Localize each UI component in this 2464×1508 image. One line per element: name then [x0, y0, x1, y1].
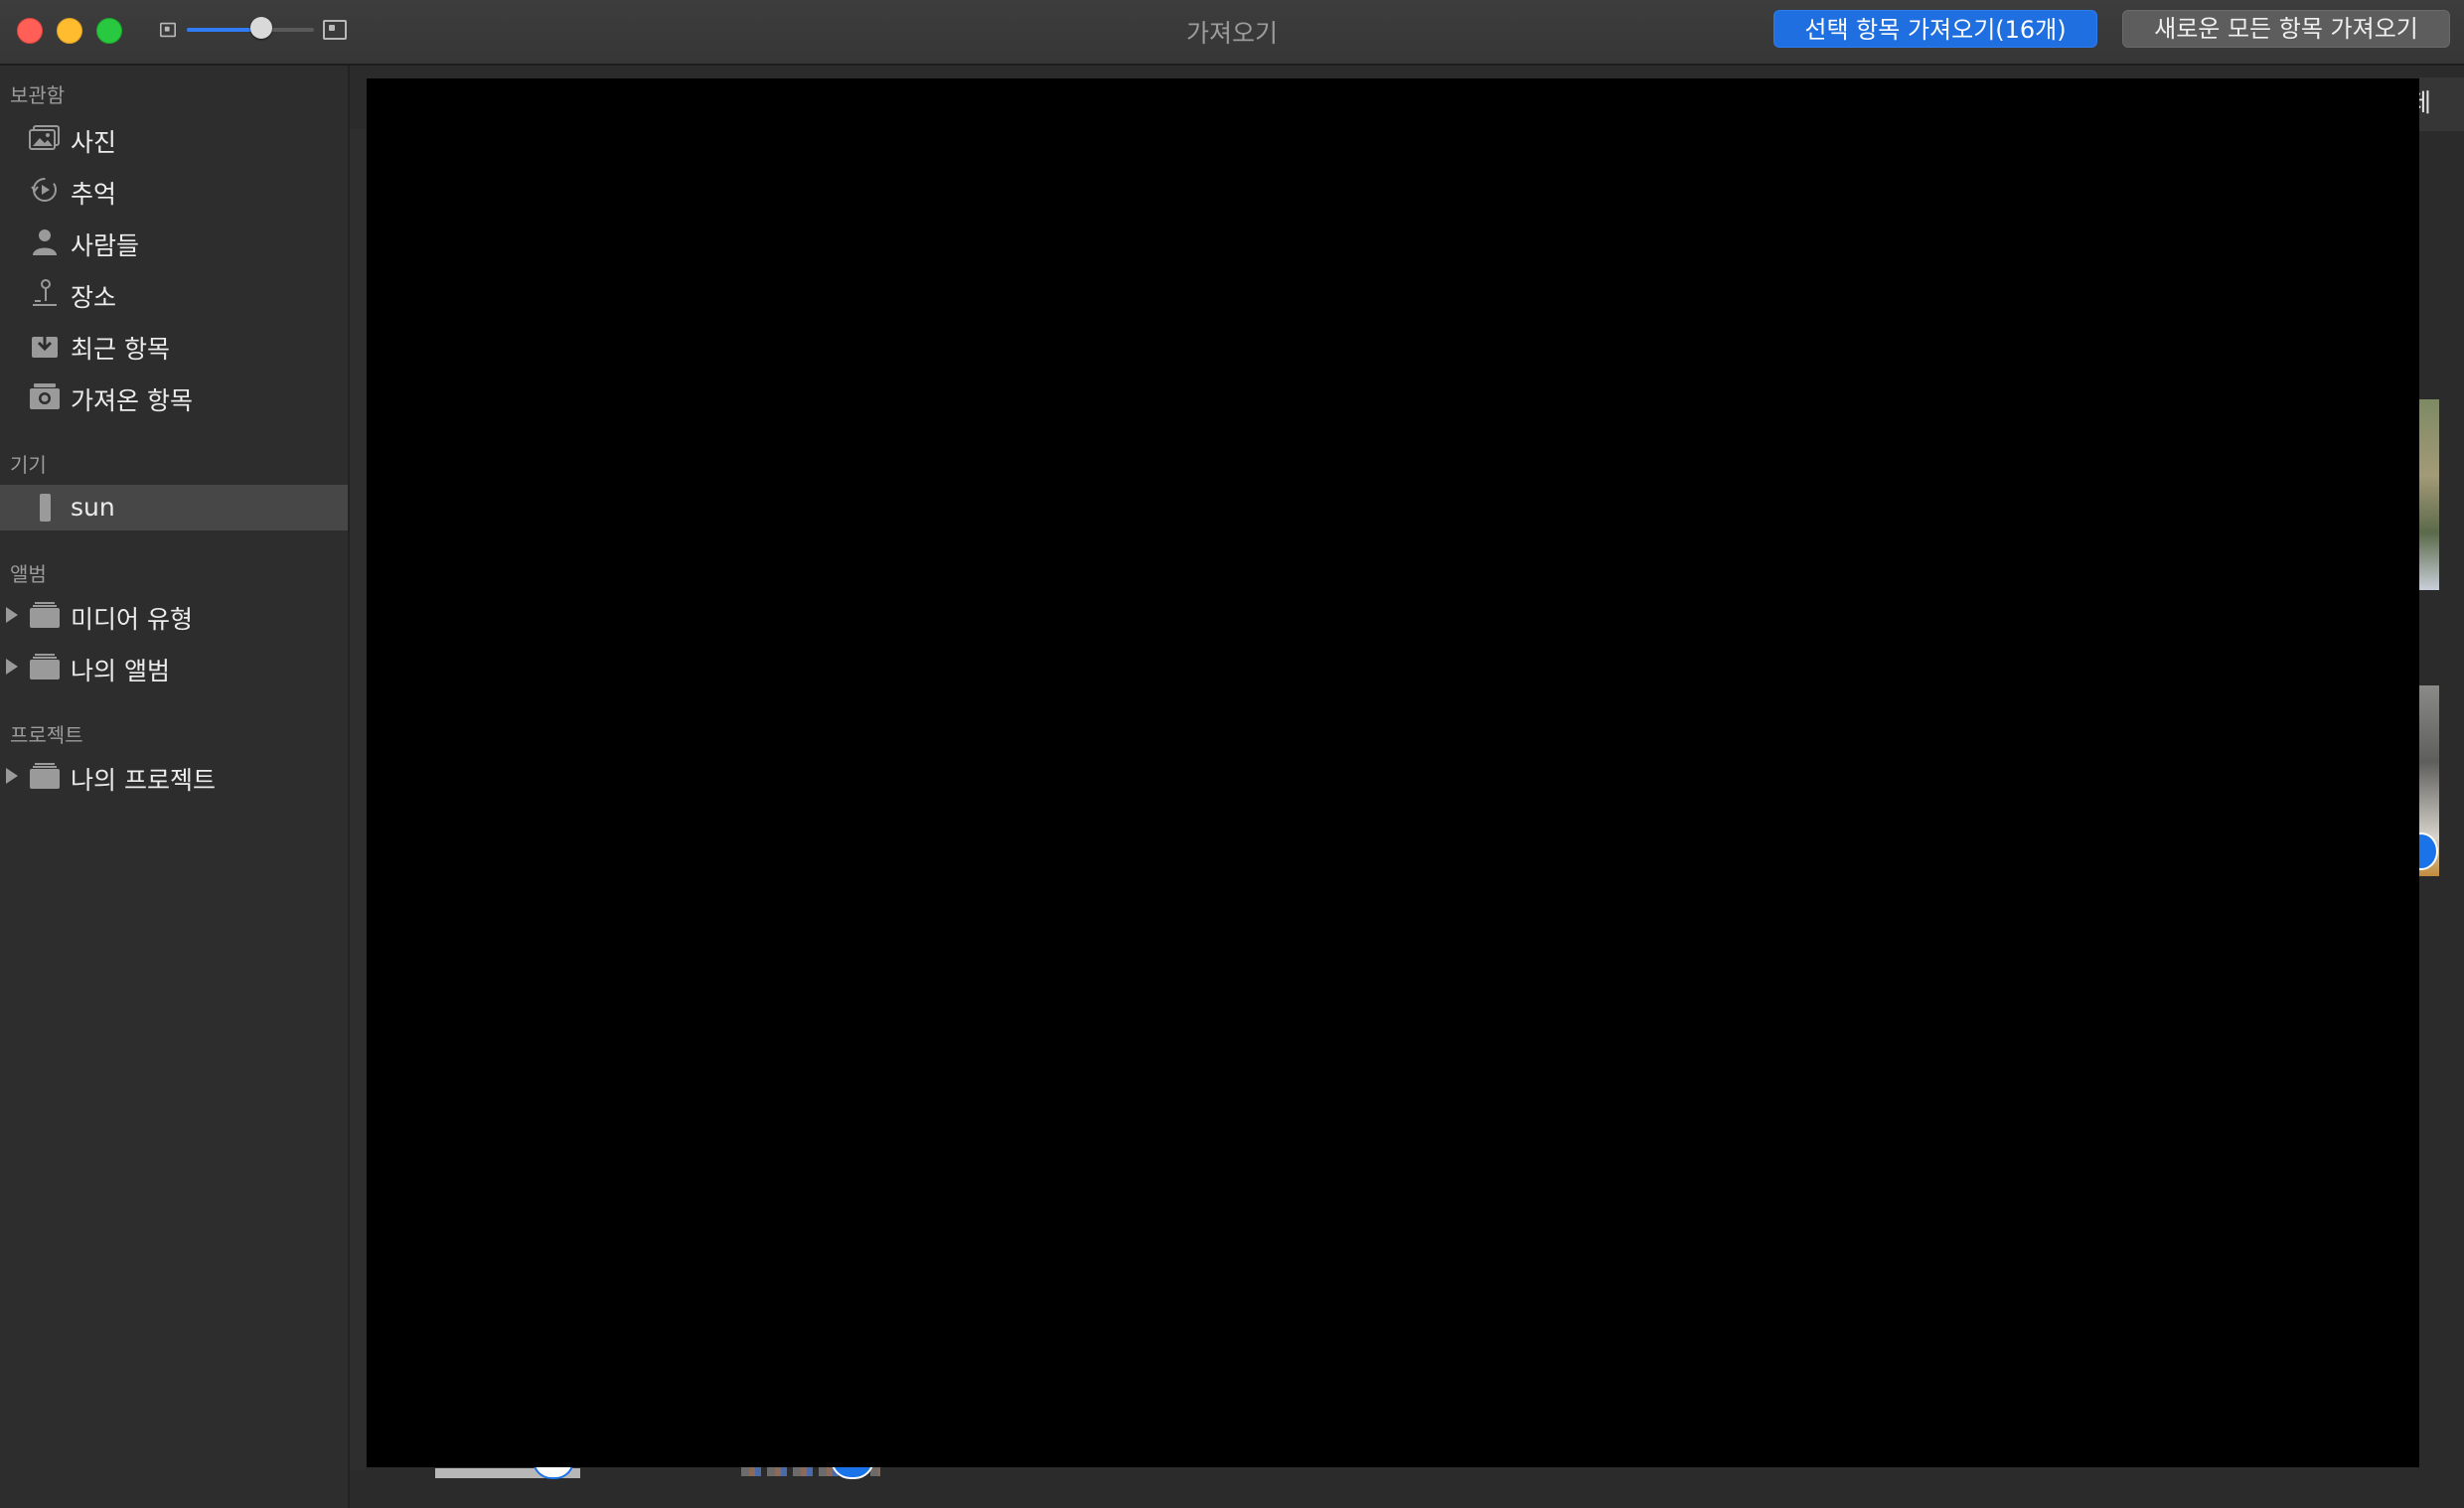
sidebar-item-device-sun[interactable]: sun — [0, 485, 348, 530]
section-header-library: 보관함 — [10, 83, 66, 107]
sidebar-item-label: 사진 — [71, 128, 117, 157]
sidebar-item-photos[interactable]: 사진 — [0, 115, 348, 161]
sidebar-item-label: 나의 프로젝트 — [71, 766, 216, 795]
places-icon — [29, 279, 61, 307]
sidebar-item-label: 최근 항목 — [71, 335, 170, 364]
section-header-albums: 앨범 — [10, 562, 47, 586]
import-selected-button[interactable]: 선택 항목 가져오기(16개) — [1773, 10, 2097, 48]
photos-icon — [29, 124, 61, 152]
imports-icon — [29, 382, 61, 410]
sidebar-item-recents[interactable]: 최근 항목 — [0, 322, 348, 368]
section-header-devices: 기기 — [10, 453, 47, 477]
folder-icon — [29, 653, 61, 680]
sidebar-item-label: 추억 — [71, 180, 117, 209]
sidebar-item-my-projects[interactable]: 나의 프로젝트 — [0, 753, 348, 799]
sidebar: 보관함 사진 추억 사람들 장소 최근 항목 가져온 항목 기기 sun 앨범 … — [0, 66, 350, 1508]
folder-icon — [29, 762, 61, 790]
photo-thumbnail[interactable] — [2419, 399, 2439, 590]
sidebar-item-label: sun — [71, 493, 115, 522]
memories-icon — [29, 176, 61, 204]
sidebar-item-places[interactable]: 장소 — [0, 270, 348, 316]
recents-icon — [29, 331, 61, 359]
sidebar-item-label: 나의 앨범 — [71, 657, 170, 685]
sidebar-item-my-albums[interactable]: 나의 앨범 — [0, 644, 348, 689]
folder-icon — [29, 601, 61, 629]
sidebar-item-memories[interactable]: 추억 — [0, 167, 348, 213]
disclosure-triangle-icon[interactable] — [6, 768, 18, 784]
sidebar-item-label: 장소 — [71, 283, 117, 312]
people-icon — [29, 227, 61, 255]
sidebar-item-label: 미디어 유형 — [71, 605, 193, 634]
sidebar-item-media-types[interactable]: 미디어 유형 — [0, 592, 348, 638]
content-edge — [350, 129, 366, 1470]
photo-preview[interactable] — [367, 78, 2419, 1467]
title-bar: 가져오기 선택 항목 가져오기(16개) 새로운 모든 항목 가져오기 — [0, 0, 2464, 66]
sidebar-item-imports[interactable]: 가져온 항목 — [0, 374, 348, 419]
disclosure-triangle-icon[interactable] — [6, 607, 18, 623]
import-all-new-button[interactable]: 새로운 모든 항목 가져오기 — [2122, 10, 2450, 48]
iphone-icon — [29, 494, 61, 522]
sidebar-item-label: 가져온 항목 — [71, 386, 193, 415]
sidebar-item-people[interactable]: 사람들 — [0, 219, 348, 264]
disclosure-triangle-icon[interactable] — [6, 659, 18, 675]
section-header-projects: 프로젝트 — [10, 723, 83, 747]
sidebar-item-label: 사람들 — [71, 231, 140, 260]
